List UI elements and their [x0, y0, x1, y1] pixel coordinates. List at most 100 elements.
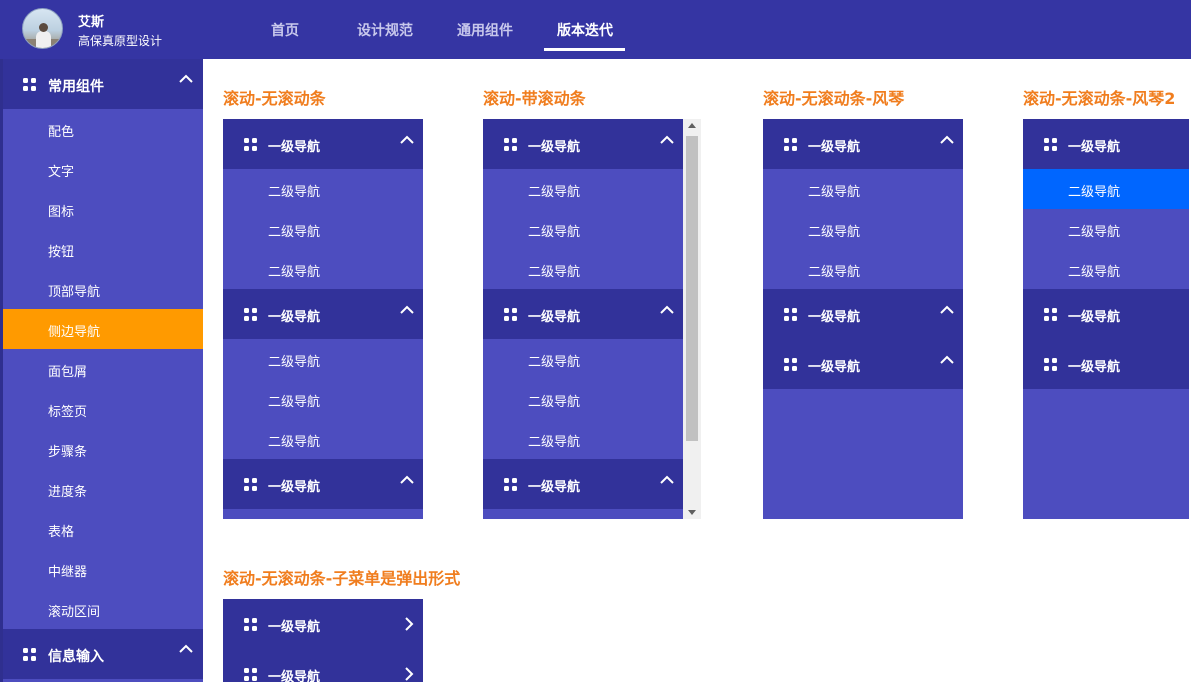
demo-title: 滚动-无滚动条-子菜单是弹出形式: [223, 569, 461, 588]
tab-common-components[interactable]: 通用组件: [457, 20, 513, 40]
nav-level1-item[interactable]: 一级导航: [1023, 289, 1189, 339]
tab-home[interactable]: 首页: [271, 20, 299, 40]
nav-level2-item[interactable]: 二级导航: [763, 169, 963, 209]
sidebar-item-colors[interactable]: 配色: [3, 109, 203, 149]
nav-level1-item[interactable]: 一级导航: [223, 119, 423, 169]
nav-level2-item[interactable]: 二级导航: [223, 339, 423, 379]
demo-nav-no-scrollbar[interactable]: 一级导航 二级导航 二级导航 二级导航 一级导航 二级导航 二级导航 二级导航 …: [223, 119, 423, 519]
sidebar-item-top-nav[interactable]: 顶部导航: [3, 269, 203, 309]
app-root: 艾斯 高保真原型设计 首页 设计规范 通用组件 版本迭代 常用组件 配色 文字 …: [0, 0, 1191, 682]
nav-level2-item[interactable]: 二级导航: [483, 169, 683, 209]
sidebar-group-common-components[interactable]: 常用组件: [3, 59, 203, 109]
demo-title: 滚动-带滚动条: [483, 89, 586, 108]
nav-level1-label: 一级导航: [808, 310, 861, 325]
sidebar-item-tabs[interactable]: 标签页: [3, 389, 203, 429]
scrollbar-thumb[interactable]: [686, 136, 698, 441]
sidebar-item-steps[interactable]: 步骤条: [3, 429, 203, 469]
sidebar-group-info-input[interactable]: 信息输入: [3, 629, 203, 679]
chevron-up-icon: [940, 305, 954, 314]
nav-level1-label: 一级导航: [808, 140, 861, 155]
nav-level1-item[interactable]: 一级导航: [483, 289, 683, 339]
user-subtitle: 高保真原型设计: [78, 34, 163, 48]
sidebar-item-breadcrumb[interactable]: 面包屑: [3, 349, 203, 389]
nav-level2-item[interactable]: 二级导航: [483, 209, 683, 249]
chevron-up-icon: [940, 355, 954, 364]
nav-level2-item[interactable]: 二级导航: [483, 339, 683, 379]
grid-icon: [23, 78, 36, 91]
sidebar-item-label: 按钮: [48, 245, 75, 260]
nav-level2-item[interactable]: 二级导航: [223, 249, 423, 289]
sidebar-group-label: 信息输入: [48, 649, 104, 665]
chevron-right-icon: [405, 667, 414, 681]
nav-level2-item[interactable]: 二级导航: [483, 379, 683, 419]
nav-level2-label: 二级导航: [528, 355, 581, 370]
nav-level2-label: 二级导航: [1068, 185, 1121, 200]
tab-design-spec[interactable]: 设计规范: [357, 20, 413, 40]
chevron-up-icon: [660, 475, 674, 484]
nav-level2-item[interactable]: 二级导航: [483, 249, 683, 289]
sidebar-item-scroll-area[interactable]: 滚动区间: [3, 589, 203, 629]
sidebar-item-progress[interactable]: 进度条: [3, 469, 203, 509]
nav-level1-item[interactable]: 一级导航: [223, 599, 423, 649]
nav-level1-item[interactable]: 一级导航: [223, 649, 423, 682]
nav-level1-label: 一级导航: [1068, 360, 1121, 375]
grid-icon: [784, 138, 797, 151]
nav-level1-label: 一级导航: [528, 480, 581, 495]
nav-level2-item[interactable]: 二级导航: [223, 169, 423, 209]
nav-level2-item-selected[interactable]: 二级导航: [1023, 169, 1189, 209]
nav-level2-item[interactable]: 二级导航: [1023, 209, 1189, 249]
sidebar-item-label: 图标: [48, 205, 75, 220]
demo-nav-accordion[interactable]: 一级导航 二级导航 二级导航 二级导航 一级导航 一级导航: [763, 119, 963, 519]
nav-level2-label: 二级导航: [268, 265, 321, 280]
chevron-up-icon: [660, 135, 674, 144]
chevron-right-icon: [405, 617, 414, 631]
sidebar-item-repeater[interactable]: 中继器: [3, 549, 203, 589]
sidebar-item-label: 表格: [48, 525, 75, 540]
demo-nav-with-scrollbar[interactable]: 一级导航 二级导航 二级导航 二级导航 一级导航 二级导航 二级导航 二级导航 …: [483, 119, 683, 519]
nav-level1-item[interactable]: 一级导航: [763, 119, 963, 169]
nav-level2-label: 二级导航: [268, 185, 321, 200]
nav-level1-item[interactable]: 一级导航: [763, 339, 963, 389]
nav-level2-item[interactable]: 二级导航: [483, 419, 683, 459]
nav-level2-item[interactable]: 二级导航: [223, 379, 423, 419]
sidebar-item-icons[interactable]: 图标: [3, 189, 203, 229]
scroll-up-arrow-icon[interactable]: [688, 123, 696, 128]
nav-level2-label: 二级导航: [268, 435, 321, 450]
grid-icon: [1044, 308, 1057, 321]
grid-icon: [504, 308, 517, 321]
sidebar-item-label: 中继器: [48, 565, 88, 580]
vertical-scrollbar[interactable]: [683, 119, 701, 519]
scroll-down-arrow-icon[interactable]: [688, 510, 696, 515]
chevron-up-icon: [660, 305, 674, 314]
nav-level2-item[interactable]: 二级导航: [223, 209, 423, 249]
grid-icon: [244, 668, 257, 681]
nav-level1-label: 一级导航: [1068, 310, 1121, 325]
grid-icon: [504, 478, 517, 491]
chevron-up-icon: [179, 644, 193, 653]
nav-level1-item[interactable]: 一级导航: [483, 119, 683, 169]
nav-empty-area: [1023, 389, 1189, 519]
avatar[interactable]: [22, 8, 63, 49]
nav-level1-item[interactable]: 一级导航: [483, 459, 683, 509]
sidebar-item-label: 配色: [48, 125, 75, 140]
sidebar-group-label: 常用组件: [48, 79, 104, 95]
nav-level1-item[interactable]: 一级导航: [223, 289, 423, 339]
sidebar-item-text[interactable]: 文字: [3, 149, 203, 189]
grid-icon: [1044, 358, 1057, 371]
nav-level2-item[interactable]: 二级导航: [763, 209, 963, 249]
nav-level1-label: 一级导航: [1068, 140, 1121, 155]
nav-level1-item[interactable]: 一级导航: [1023, 119, 1189, 169]
nav-level1-item[interactable]: 一级导航: [763, 289, 963, 339]
demo-nav-accordion-2[interactable]: 一级导航 二级导航 二级导航 二级导航 一级导航 一级导航: [1023, 119, 1189, 519]
nav-level1-item[interactable]: 一级导航: [223, 459, 423, 509]
sidebar-item-buttons[interactable]: 按钮: [3, 229, 203, 269]
sidebar-item-table[interactable]: 表格: [3, 509, 203, 549]
sidebar-item-label: 进度条: [48, 485, 88, 500]
nav-level2-item[interactable]: 二级导航: [1023, 249, 1189, 289]
sidebar-item-side-nav[interactable]: 侧边导航: [3, 309, 203, 349]
nav-level1-item[interactable]: 一级导航: [1023, 339, 1189, 389]
demo-nav-popup-submenu[interactable]: 一级导航 一级导航: [223, 599, 423, 682]
nav-level2-item[interactable]: 二级导航: [223, 419, 423, 459]
nav-level2-item[interactable]: 二级导航: [763, 249, 963, 289]
tab-version-iteration[interactable]: 版本迭代: [557, 20, 613, 40]
